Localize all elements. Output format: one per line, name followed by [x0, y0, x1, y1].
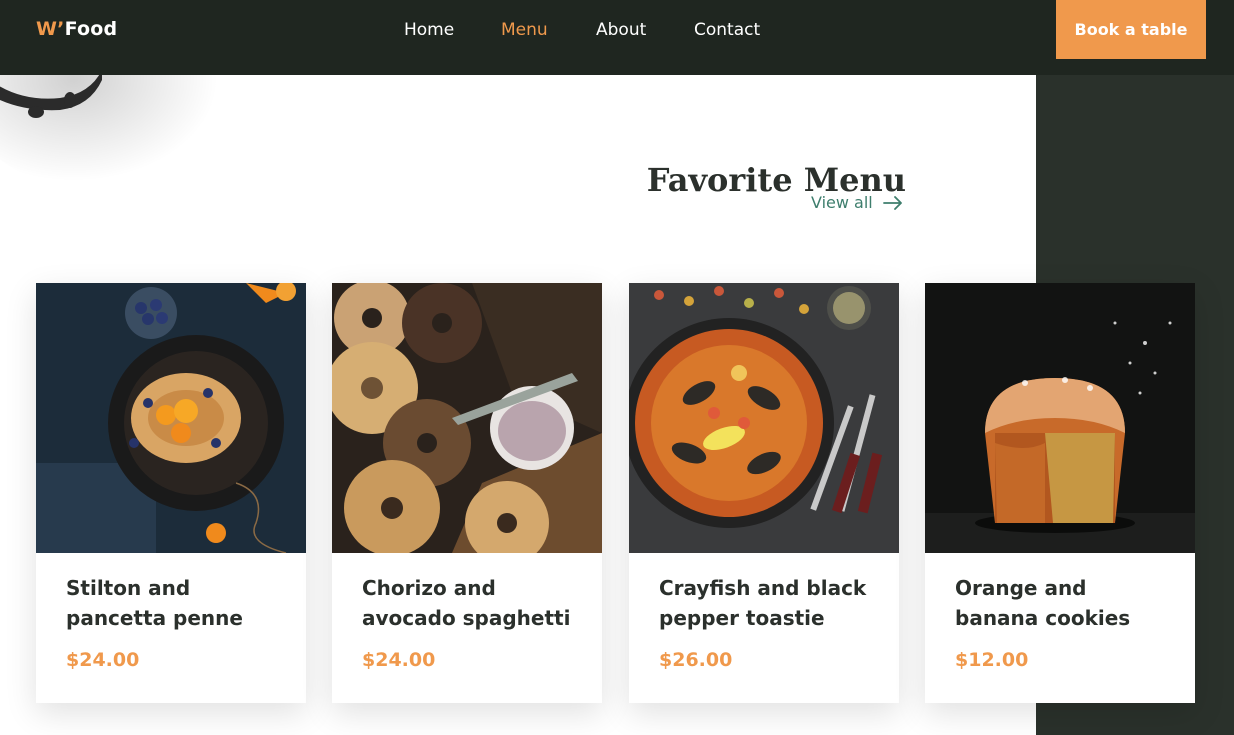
nav-home[interactable]: Home	[404, 20, 454, 40]
menu-card-title: Orange and banana cookies	[955, 576, 1131, 630]
view-all-link[interactable]: View all	[811, 193, 903, 212]
arrow-right-icon	[882, 195, 902, 210]
nav-about[interactable]: About	[596, 20, 646, 40]
menu-card-title: Crayfish and black pepper toastie	[659, 576, 867, 630]
menu-card-title: Chorizo and avocado spaghetti	[362, 576, 571, 630]
menu-card[interactable]: Chorizo and avocado spaghetti $24.00	[332, 283, 602, 703]
menu-card-price: $24.00	[66, 649, 140, 671]
menu-card[interactable]: Crayfish and black pepper toastie $26.00	[629, 283, 899, 703]
pancake-skillet-photo	[36, 283, 306, 553]
menu-card[interactable]: Orange and banana cookies $12.00	[925, 283, 1195, 703]
menu-card[interactable]: Stilton and pancetta penne $24.00	[36, 283, 306, 703]
view-all-label: View all	[811, 193, 873, 212]
nav-contact[interactable]: Contact	[694, 20, 760, 40]
menu-card-title: Stilton and pancetta penne	[66, 576, 243, 630]
panettone-photo	[925, 283, 1195, 553]
logo[interactable]: W’Food	[36, 18, 117, 40]
paella-photo	[629, 283, 899, 553]
bagels-photo	[332, 283, 602, 553]
menu-card-price: $24.00	[362, 649, 436, 671]
nav-menu[interactable]: Menu	[501, 20, 548, 40]
logo-text: Food	[64, 18, 118, 40]
menu-card-price: $26.00	[659, 649, 733, 671]
logo-accent: W’	[36, 18, 65, 40]
site-header: W’Food Home Menu About Contact Book a ta…	[0, 0, 1234, 75]
menu-card-price: $12.00	[955, 649, 1029, 671]
book-table-button[interactable]: Book a table	[1056, 0, 1206, 59]
